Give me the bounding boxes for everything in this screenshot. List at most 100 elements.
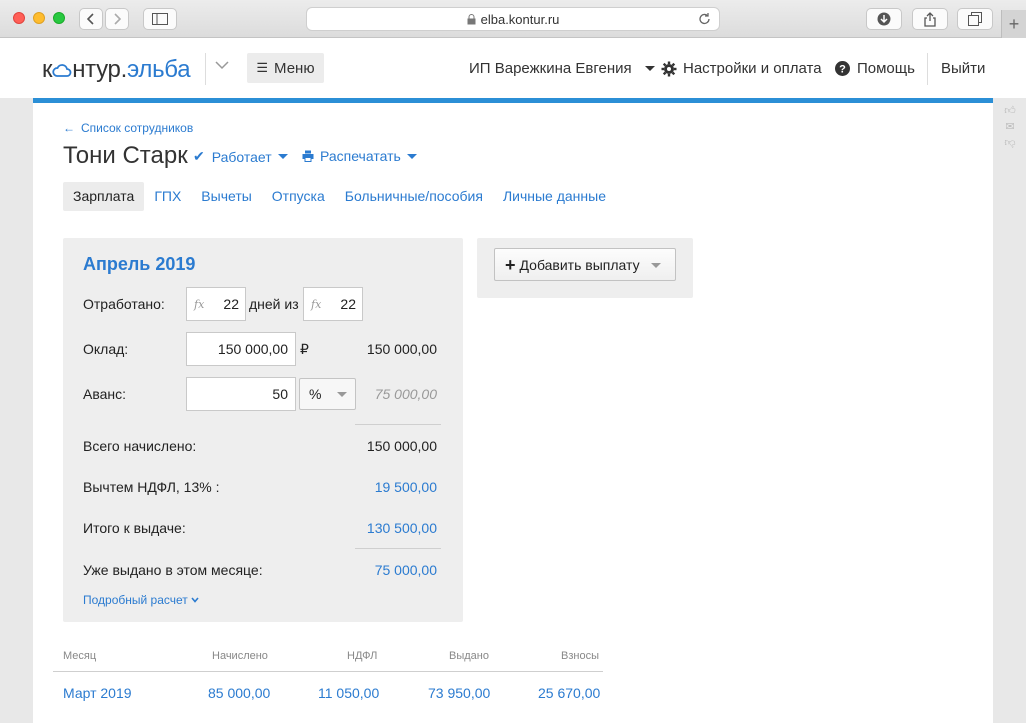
salary-label: Оклад: (83, 341, 129, 357)
url-text: elba.kontur.ru (480, 11, 560, 27)
total-days-input[interactable]: fx 22 (303, 287, 363, 321)
tab-salary[interactable]: Зарплата (63, 182, 145, 211)
site-header: к нтур.эльба ☰ Меню ИП Варежкина Евгения … (0, 38, 1026, 98)
table-header-divider (53, 671, 603, 672)
menu-button[interactable]: ☰ Меню (247, 53, 324, 83)
menu-lines-icon: ☰ (256, 60, 269, 75)
history-row-paid[interactable]: 73 950,00 (428, 685, 490, 701)
download-icon (877, 12, 891, 26)
detailed-calculation-link[interactable]: Подробный расчет (83, 593, 199, 607)
downloads-button[interactable] (866, 8, 902, 30)
ndfl-amount[interactable]: 19 500,00 (375, 479, 437, 495)
back-to-employees-link[interactable]: ← Список сотрудников (63, 121, 193, 135)
tab-gph[interactable]: ГПХ (144, 182, 191, 211)
history-row-contributions[interactable]: 25 670,00 (538, 685, 600, 701)
thumbs-down-icon[interactable]: 👎︎ (1000, 136, 1020, 152)
advance-input[interactable]: 50 (186, 377, 296, 411)
column-header-contributions: Взносы (561, 650, 599, 662)
sidebar-toggle-button[interactable] (143, 8, 177, 30)
worked-days-input[interactable]: fx 22 (186, 287, 246, 321)
paid-label: Уже выдано в этом месяце: (83, 562, 263, 578)
caret-down-icon (651, 263, 661, 268)
account-dropdown[interactable]: ИП Варежкина Евгения (469, 60, 655, 77)
caret-down-icon (644, 66, 655, 71)
column-header-accrued: Начислено (212, 650, 268, 662)
month-salary-panel: Апрель 2019 Отработано: fx 22 дней из fx… (63, 238, 463, 622)
arrow-left-icon: ← (63, 121, 75, 135)
minimize-window-button[interactable] (33, 12, 45, 24)
history-row-month[interactable]: Март 2019 (63, 685, 132, 701)
employee-tabs: Зарплата ГПХ Вычеты Отпуска Больничные/п… (63, 182, 616, 211)
chevron-right-icon (114, 13, 121, 25)
svg-text:?: ? (839, 64, 846, 76)
header-divider (205, 53, 206, 85)
sidebar-icon (152, 13, 168, 25)
browser-toolbar: elba.kontur.ru + (0, 0, 1026, 38)
divider (355, 424, 441, 425)
add-payment-panel: + Добавить выплату (477, 238, 693, 298)
zoom-window-button[interactable] (53, 12, 65, 24)
add-payment-button[interactable]: + Добавить выплату (494, 248, 676, 281)
chevron-down-icon[interactable] (215, 61, 229, 70)
chevron-down-icon (191, 597, 199, 603)
salary-amount: 150 000,00 (366, 341, 437, 357)
help-link[interactable]: ? Помощь (835, 60, 915, 77)
share-button[interactable] (912, 8, 948, 30)
back-button[interactable] (79, 8, 103, 30)
address-bar[interactable]: elba.kontur.ru (306, 7, 720, 31)
tab-vacations[interactable]: Отпуска (262, 182, 335, 211)
accrued-amount: 150 000,00 (366, 438, 437, 454)
close-window-button[interactable] (13, 12, 25, 24)
kontur-elba-logo[interactable]: к нтур.эльба (42, 56, 191, 84)
column-header-paid: Выдано (449, 650, 489, 662)
new-tab-button[interactable]: + (1001, 10, 1026, 38)
question-circle-icon: ? (835, 61, 850, 76)
payout-amount[interactable]: 130 500,00 (367, 520, 437, 536)
caret-down-icon (277, 154, 288, 159)
mail-icon[interactable]: ✉ (1000, 120, 1020, 136)
accrued-label: Всего начислено: (83, 438, 197, 454)
print-dropdown[interactable]: Распечатать (302, 148, 417, 164)
feedback-tools: 👍︎ ✉ 👎︎ (1000, 104, 1020, 152)
caret-down-icon (337, 391, 347, 397)
salary-input[interactable]: 150 000,00 (186, 332, 296, 366)
employee-name: Тони Старк (63, 142, 188, 169)
tab-deductions[interactable]: Вычеты (191, 182, 262, 211)
gear-icon (661, 61, 677, 76)
lock-icon (467, 13, 476, 24)
advance-unit-select[interactable]: % (299, 378, 356, 410)
divider (355, 548, 441, 549)
ruble-sign: ₽ (300, 341, 309, 357)
caret-down-icon (406, 153, 417, 159)
ndfl-label: Вычтем НДФЛ, 13% : (83, 479, 220, 495)
printer-icon (302, 150, 314, 162)
tab-personal-data[interactable]: Личные данные (493, 182, 616, 211)
worked-label: Отработано: (83, 296, 165, 312)
settings-link[interactable]: Настройки и оплата (661, 60, 822, 77)
forward-button[interactable] (105, 8, 129, 30)
days-of-label: дней из (249, 296, 299, 312)
share-icon (924, 11, 936, 27)
history-row-ndfl[interactable]: 11 050,00 (318, 685, 379, 701)
formula-icon: fx (311, 297, 322, 311)
tabs-icon (968, 12, 982, 26)
thumbs-up-icon[interactable]: 👍︎ (1000, 104, 1020, 120)
paid-amount[interactable]: 75 000,00 (375, 562, 437, 578)
reload-icon[interactable] (698, 12, 711, 26)
employment-status-dropdown[interactable]: ✔ Работает (193, 148, 288, 165)
history-row-accrued[interactable]: 85 000,00 (208, 685, 270, 701)
column-header-ndfl: НДФЛ (347, 650, 378, 662)
column-header-month: Месяц (63, 650, 97, 662)
tab-sick-leave[interactable]: Больничные/пособия (335, 182, 493, 211)
payout-label: Итого к выдаче: (83, 520, 186, 536)
formula-icon: fx (194, 297, 205, 311)
advance-label: Аванс: (83, 386, 127, 402)
tabs-overview-button[interactable] (957, 8, 993, 30)
advance-amount: 75 000,00 (374, 386, 437, 402)
cloud-o-icon (52, 64, 72, 77)
checkmark-icon: ✔ (193, 148, 205, 164)
month-title[interactable]: Апрель 2019 (83, 254, 195, 275)
plus-icon: + (505, 254, 516, 275)
logout-link[interactable]: Выйти (941, 60, 985, 77)
chevron-left-icon (87, 13, 94, 25)
